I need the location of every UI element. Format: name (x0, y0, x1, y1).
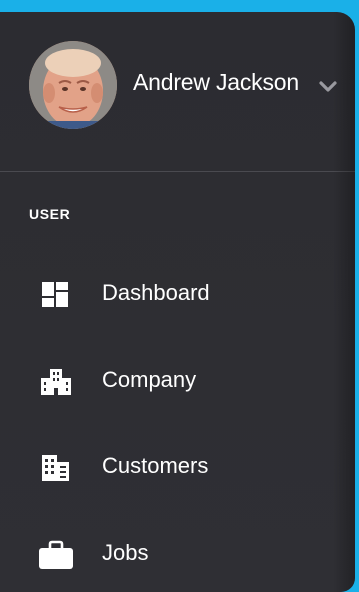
profile-divider (0, 171, 355, 172)
nav-item-dashboard[interactable]: Dashboard (0, 266, 355, 322)
user-name[interactable]: Andrew Jackson (133, 69, 299, 96)
sidebar-panel: Andrew Jackson USER Dashboard Company Cu… (0, 12, 355, 592)
nav-label-company: Company (102, 367, 197, 392)
dashboard-icon (42, 282, 68, 307)
user-profile-menu[interactable]: Andrew Jackson (0, 12, 355, 171)
user-avatar[interactable] (29, 41, 117, 129)
nav-item-customers[interactable]: Customers (0, 439, 355, 495)
nav-label-jobs: Jobs (102, 540, 149, 565)
briefcase-icon (39, 540, 73, 569)
office-building-icon (42, 455, 69, 481)
nav-label-customers: Customers (102, 453, 209, 478)
nav-item-jobs[interactable]: Jobs (0, 526, 355, 582)
section-label-user: USER (29, 206, 71, 222)
nav-label-dashboard: Dashboard (102, 280, 210, 305)
building-icon (41, 369, 71, 395)
chevron-down-icon[interactable] (318, 80, 338, 94)
nav-item-company[interactable]: Company (0, 353, 355, 409)
avatar-photo (29, 41, 117, 129)
